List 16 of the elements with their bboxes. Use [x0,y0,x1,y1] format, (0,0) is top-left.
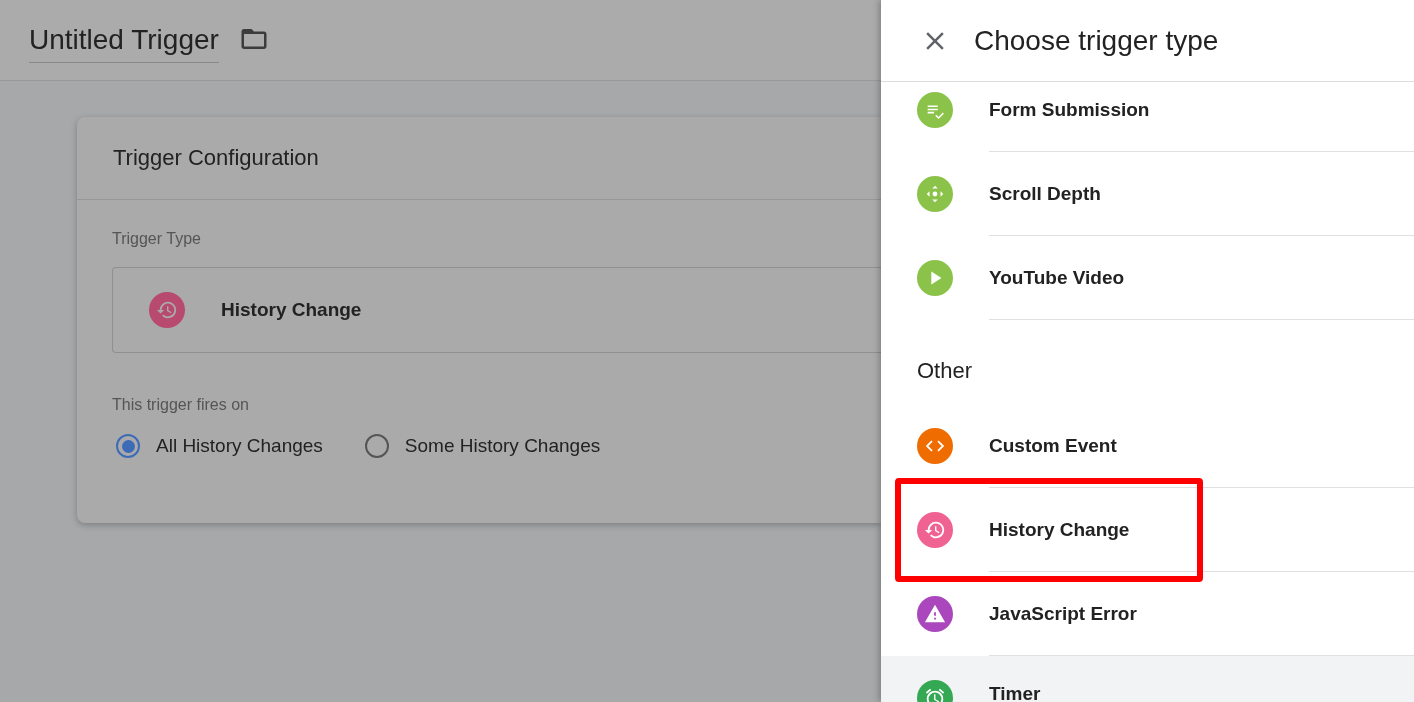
panel-title: Choose trigger type [974,24,1219,57]
radio-option[interactable]: Some History Changes [360,434,601,458]
radio-option[interactable]: All History Changes [112,434,323,458]
card-title: Trigger Configuration [77,117,881,200]
trigger-type-selector[interactable]: History Change [112,267,881,353]
trigger-type-item[interactable]: History Change [881,488,1414,572]
trigger-name-field[interactable]: Untitled Trigger [29,23,219,63]
fires-on-label: This trigger fires on [112,396,250,414]
trigger-type-item[interactable]: Form Submission [881,82,1414,152]
trigger-type-item[interactable]: YouTube Video [881,236,1414,320]
trigger-type-item[interactable]: Timer [881,656,1414,702]
selected-trigger-type: History Change [221,299,362,321]
section-heading: Other [916,357,974,385]
trigger-type-item[interactable]: Scroll Depth [881,152,1414,236]
trigger-type-item[interactable]: Custom Event [881,404,1414,488]
trigger-type-label: Trigger Type [112,230,202,248]
